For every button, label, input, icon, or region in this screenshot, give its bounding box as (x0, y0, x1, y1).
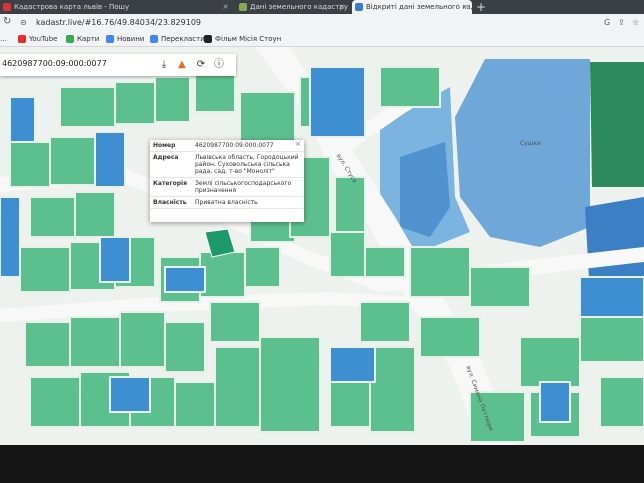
url-input[interactable]: kadastr.live/#16.76/49.84034/23.829109 (36, 18, 201, 27)
info-key: Адреса (150, 151, 192, 178)
translate-icon (150, 35, 158, 43)
bookmark-youtube[interactable]: YouTube (18, 33, 57, 45)
tab-label: Відкриті дані земельного кад (366, 3, 472, 11)
google-icon[interactable]: G (604, 18, 610, 27)
film-icon (204, 35, 212, 43)
bookmark-translate[interactable]: Перекласти (150, 33, 205, 45)
bookmark-apps[interactable]: … (0, 33, 7, 45)
youtube-icon (18, 35, 26, 43)
tab-favicon-icon (3, 3, 11, 11)
bookmark-label: Карти (77, 35, 100, 43)
lock-icon[interactable]: ⊝ (20, 18, 27, 27)
info-value: Землі сільськогосподарського призначення (192, 177, 304, 197)
info-row-ownership: Власність Приватна власність (150, 196, 304, 209)
bookmarks-bar: … YouTube Карти Новини Перекласти Фільм … (0, 32, 644, 47)
tab-close-icon[interactable]: × (338, 0, 345, 14)
info-row-category: Категорія Землі сільськогосподарського п… (150, 177, 304, 197)
new-tab-button[interactable]: + (476, 0, 486, 14)
info-icon[interactable]: ⓘ (211, 57, 227, 73)
info-key: Номер (150, 140, 192, 152)
share-icon[interactable]: ⇪ (618, 18, 625, 27)
info-key: Власність (150, 196, 192, 209)
bookmark-film[interactable]: Фільм Місія Стоун (204, 33, 281, 45)
browser-screen: Кадастрова карта львів - Пошу × Дані зем… (0, 0, 644, 445)
cadastral-map[interactable] (0, 47, 644, 445)
refresh-icon[interactable]: ⟳ (193, 57, 209, 73)
download-icon[interactable]: ⤓ (156, 57, 172, 73)
tab-bar: Кадастрова карта львів - Пошу × Дані зем… (0, 0, 644, 14)
bookmark-maps[interactable]: Карти (66, 33, 99, 45)
bookmark-label: YouTube (29, 35, 58, 43)
warning-icon[interactable]: ▲ (174, 57, 190, 73)
star-icon[interactable]: ☆ (632, 18, 639, 27)
parcel-toolbar: 4620987700:09:000:0077 ⤓ ▲ ⟳ ⓘ (0, 54, 236, 76)
info-value: 4620987700:09:000:0077 (192, 140, 304, 152)
tab-land-data[interactable]: Дані земельного кадастру × (236, 0, 348, 14)
tab-label: Кадастрова карта львів - Пошу (14, 3, 130, 11)
tab-close-icon[interactable]: × (222, 0, 229, 14)
bookmark-label: Новини (117, 35, 145, 43)
close-icon[interactable]: × (295, 140, 301, 148)
bookmark-news[interactable]: Новини (106, 33, 144, 45)
news-icon (106, 35, 114, 43)
tab-close-icon[interactable]: × (462, 0, 469, 14)
info-row-address: Адреса Львівська область, Городоцький ра… (150, 151, 304, 178)
info-key: Категорія (150, 177, 192, 197)
monitor-bezel (0, 445, 644, 483)
tab-favicon-icon (355, 3, 363, 11)
address-bar: ↻ ⊝ kadastr.live/#16.76/49.84034/23.8291… (0, 14, 644, 32)
water-label: Сушки (520, 140, 541, 147)
bookmark-label: Фільм Місія Стоун (215, 35, 282, 43)
parcel-info-popup: × Номер 4620987700:09:000:0077 Адреса Ль… (150, 140, 304, 222)
info-row-number: Номер 4620987700:09:000:0077 (150, 140, 304, 152)
cadastral-number: 4620987700:09:000:0077 (2, 59, 107, 68)
parcel-info-table: Номер 4620987700:09:000:0077 Адреса Льві… (150, 140, 304, 209)
tab-label: Дані земельного кадастру (250, 3, 348, 11)
tab-open-data[interactable]: Відкриті дані земельного кад × (352, 0, 472, 14)
maps-icon (66, 35, 74, 43)
tab-kadastr-map[interactable]: Кадастрова карта львів - Пошу × (0, 0, 232, 14)
info-value: Приватна власність (192, 196, 304, 209)
bookmark-label: Перекласти (161, 35, 205, 43)
reload-icon[interactable]: ↻ (3, 16, 11, 27)
tab-favicon-icon (239, 3, 247, 11)
info-value: Львівська область, Городоцький район, Су… (192, 151, 304, 178)
